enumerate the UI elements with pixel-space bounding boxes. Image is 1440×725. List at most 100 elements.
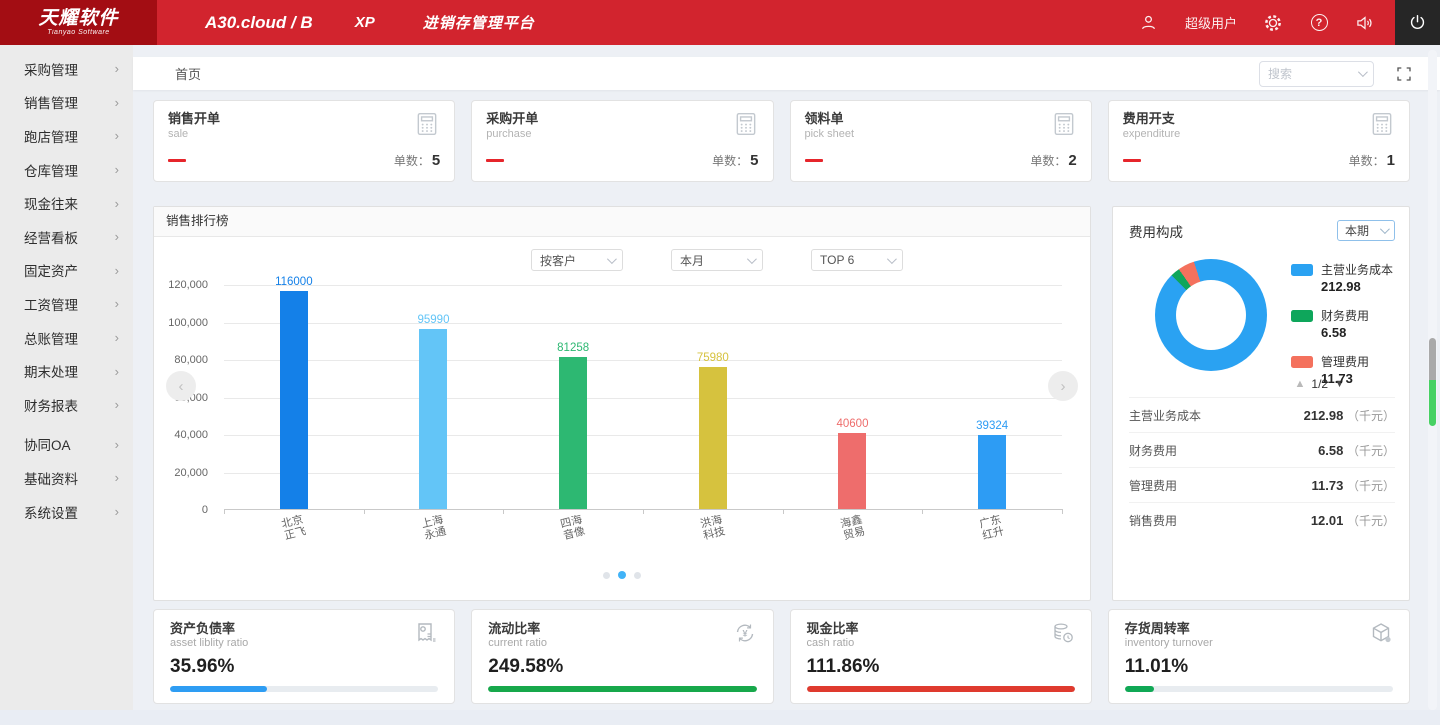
sidebar-item-7[interactable]: 固定资产 › [0,254,133,288]
summary-card-title: 费用开支 [1122,111,1175,126]
sidebar-item-9[interactable]: 总账管理 › [0,321,133,355]
ratio-card-2[interactable]: 流动比率 current ratio ¥249.58% [471,609,774,704]
help-icon[interactable]: ? [1309,13,1329,33]
sidebar-item-5[interactable]: 现金往来 › [0,186,133,220]
legend-value: 6.58 [1321,325,1347,340]
help-glyph: ? [1310,14,1328,31]
chart-next-arrow[interactable]: › [1048,371,1078,401]
summary-card-count: 单数： 5 [394,152,440,169]
summary-card-subtitle: sale [168,128,189,140]
period-select[interactable]: 本期 [1337,220,1395,241]
tab-home[interactable]: 首页 [175,64,201,83]
sidebar-item-13[interactable]: 基础资料 › [0,461,133,495]
y-tick-label: 100,000 [168,316,208,329]
expense-row-amount: 11.73 [1311,477,1347,493]
legend-item-1[interactable]: 主营业务成本 212.98 [1291,261,1393,294]
expense-row-label: 管理费用 [1129,478,1178,493]
sidebar-item-10[interactable]: 期末处理 › [0,354,133,388]
chart-filter-1[interactable]: 按客户 [531,249,623,271]
sidebar-item-12[interactable]: 协同OA › [0,428,133,462]
sidebar-item-3[interactable]: 跑店管理 › [0,119,133,153]
inventory-box-icon [1369,621,1393,649]
sidebar-item-6[interactable]: 经营看板 › [0,220,133,254]
x-axis-tick [224,509,225,514]
ratio-card-title: 资产负债率 [170,621,236,636]
ratio-card-title: 现金比率 [806,621,859,636]
svg-text:¥: ¥ [742,629,747,639]
legend-item-2[interactable]: 财务费用 6.58 [1291,307,1393,340]
chevron-right-icon: › [114,229,119,245]
expense-row-unit: （千元） [1346,443,1395,458]
scrollbar-thumb[interactable] [1429,338,1436,380]
summary-card-title: 采购开单 [486,111,539,126]
bar-slot: 39324 [922,420,1062,509]
ratio-card-title: 存货周转率 [1124,621,1190,636]
count-value: 1 [1386,152,1395,169]
summary-card-1[interactable]: 销售开单 sale 单数： 5 [153,100,456,182]
ratio-card-3[interactable]: 现金比率 cash ratio 111.86% [789,609,1092,704]
sidebar-item-4[interactable]: 仓库管理 › [0,153,133,187]
summary-card-top: 领料单 pick sheet [805,111,1077,140]
summary-card-texts: 领料单 pick sheet [805,111,855,140]
ratio-card-header: 资产负债率 asset liblity ratio [170,621,438,649]
summary-card-2[interactable]: 采购开单 purchase 单数： 5 [471,100,774,182]
sidebar-item-1[interactable]: 采购管理 › [0,52,133,86]
legend-item-row: 主营业务成本 [1291,261,1393,278]
ratio-progress-fill [170,686,267,692]
summary-card-count: 单数： 2 [1030,152,1076,169]
expense-row-2: 财务费用 6.58 （千元） [1129,432,1395,467]
username-label[interactable]: 超级用户 [1185,13,1237,32]
sidebar-item-11[interactable]: 财务报表 › [0,388,133,422]
sidebar-item-label: 期末处理 [24,365,78,381]
ratio-card-subtitle: asset liblity ratio [170,637,249,649]
ratio-card-4[interactable]: 存货周转率 inventory turnover 11.01% [1107,609,1410,704]
speaker-icon[interactable] [1355,13,1375,33]
logo[interactable]: 天耀软件 Tianyao Software [0,0,157,45]
gear-icon[interactable] [1263,13,1283,33]
pagination-dot-1[interactable] [603,571,610,579]
power-button[interactable] [1395,0,1440,45]
ratio-card-header: 现金比率 cash ratio [807,621,1075,649]
expense-row-unit: （千元） [1346,513,1395,528]
summary-card-title: 领料单 [804,111,844,126]
pagination-dot-3[interactable] [634,571,641,579]
chevron-right-icon: › [114,262,119,278]
chevron-right-icon: › [114,195,119,211]
ratio-card-subtitle: cash ratio [806,637,855,649]
fullscreen-button[interactable] [1396,66,1412,82]
summary-card-3[interactable]: 领料单 pick sheet 单数： 2 [789,100,1092,182]
expense-row-label: 销售费用 [1129,513,1178,528]
footer-strip [0,710,1440,725]
expense-row-label: 财务费用 [1129,443,1178,458]
search-placeholder: 搜索 [1268,67,1293,81]
chevron-right-icon: › [114,296,119,312]
chart-prev-arrow[interactable]: ‹ [166,371,196,401]
red-dash [1122,159,1141,162]
legend-item-3[interactable]: 管理费用 11.73 [1291,353,1393,386]
x-axis-tick [782,509,784,514]
pagination-dot-2[interactable] [618,571,626,579]
calculator-icon [414,111,440,140]
ratio-card-value: 111.86% [806,656,880,677]
period-value: 本期 [1345,224,1370,238]
chevron-right-icon: › [114,363,119,379]
ratio-card-1[interactable]: 资产负债率 asset liblity ratio 35.96% [153,609,456,704]
y-tick-label: 40,000 [174,429,208,441]
app-root: 天耀软件 Tianyao Software A30.cloud / B XP 进… [0,0,1440,725]
chart-filter-3[interactable]: TOP 6 [811,249,903,271]
chart-filter-2[interactable]: 本月 [671,249,763,271]
scrollbar-thumb-green[interactable] [1429,380,1436,426]
sidebar-item-2[interactable]: 销售管理 › [0,86,133,120]
expense-row-unit: （千元） [1346,478,1395,493]
user-icon[interactable] [1139,13,1159,33]
sidebar-item-14[interactable]: 系统设置 › [0,495,133,529]
sidebar-item-8[interactable]: 工资管理 › [0,287,133,321]
donut-hole [1176,280,1246,350]
summary-card-4[interactable]: 费用开支 expenditure 单数： 1 [1107,100,1410,182]
ratio-progress-fill [806,686,1075,692]
expense-row-3: 管理费用 11.73 （千元） [1129,467,1395,502]
sidebar-item-label: 工资管理 [24,297,78,313]
search-select[interactable]: 搜索 [1259,60,1374,87]
red-dash [168,159,186,162]
chevron-down-icon [1357,67,1368,78]
